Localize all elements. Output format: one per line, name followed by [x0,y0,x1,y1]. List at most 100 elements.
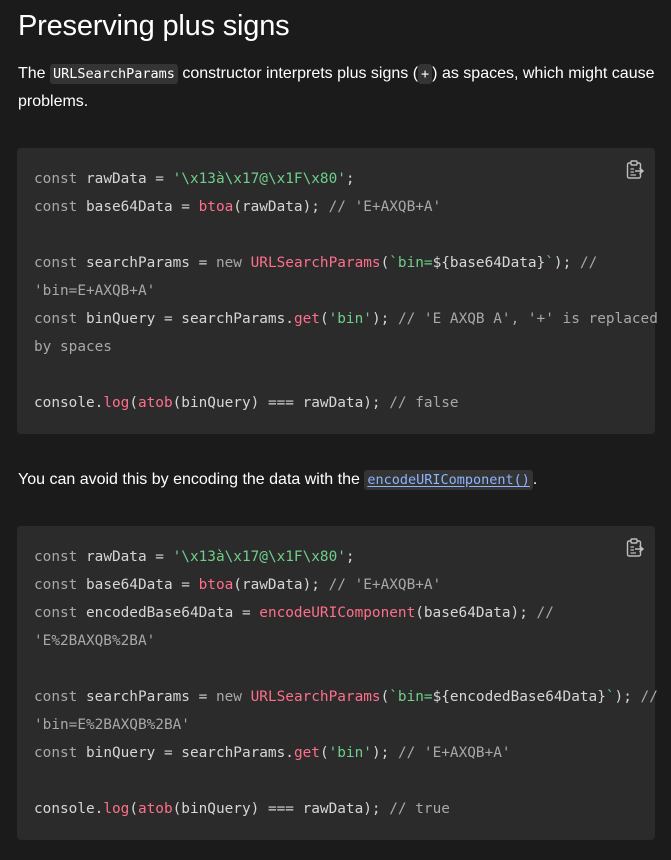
code-token: ${encodedBase64Data} [432,689,606,705]
code-token: 'bin' [328,311,372,327]
encode-text-1: You can avoid this by encoding the data … [18,471,365,488]
intro-paragraph: The URLSearchParams constructor interpre… [18,60,658,116]
encode-text-2: . [532,471,538,488]
code-token: // true [389,801,450,817]
code-token: // false [389,395,459,411]
code-token: btoa [198,199,234,215]
code-token: // [579,255,598,271]
code-token: log [103,801,130,817]
code-token: encodedBase64Data = [77,605,260,621]
code-token: 'E%2BAXQB%2BA' [34,633,156,649]
code-token: ); [614,689,641,705]
code-token: searchParams = [77,689,216,705]
code-token: rawData = [77,549,173,565]
code-token: // 'E+AXQB+A' [328,199,442,215]
code-token: const [34,577,78,593]
encode-paragraph: You can avoid this by encoding the data … [18,466,658,494]
code-line: const rawData = '\x13à\x17@\x1F\x80'; [34,543,658,571]
code-token: 'bin=E%2BAXQB%2BA' [34,717,190,733]
code-line: 'bin=E+AXQB+A' [34,277,658,305]
code-token: ( [380,255,390,271]
inline-code-plus: + [418,64,433,84]
code-line: const rawData = '\x13à\x17@\x1F\x80'; [34,165,658,193]
clipboard-copy-icon[interactable] [626,538,645,558]
code-token: const [34,199,78,215]
code-token: base64Data = [77,577,199,593]
code-token: ( [380,689,390,705]
code-token: new [215,255,242,271]
code-token: ( [129,395,138,411]
code-line: const encodedBase64Data = encodeURICompo… [34,599,658,627]
code-line: 'E%2BAXQB%2BA' [34,627,658,655]
code-token: ); [553,255,580,271]
code-token: binQuery = searchParams. [77,311,294,327]
code-token: (rawData); [233,577,329,593]
code-line: const binQuery = searchParams.get('bin')… [34,739,658,767]
code-token: URLSearchParams [250,689,381,705]
code-token: (binQuery) === rawData); [172,801,390,817]
code-token: const [34,549,78,565]
code-example-2: const rawData = '\x13à\x17@\x1F\x80'; con… [17,526,658,840]
code-token: // [640,689,658,705]
code-example-1: const rawData = '\x13à\x17@\x1F\x80'; con… [17,148,658,434]
code-token: atob [137,395,173,411]
code-line: 'bin=E%2BAXQB%2BA' [34,711,658,739]
code-line: by spaces [34,333,658,361]
code-token: ; [345,549,355,565]
code-token: searchParams = [77,255,216,271]
code-token: by spaces [34,339,112,355]
code-token: ( [319,311,329,327]
code-line: const searchParams = new URLSearchParams… [34,683,658,711]
code-token: base64Data = [77,199,199,215]
code-token: ` [545,255,554,271]
code-token: ( [319,745,329,761]
code-line: console.log(atob(binQuery) === rawData);… [34,389,658,417]
code-token: const [34,745,78,761]
clipboard-copy-icon[interactable] [626,160,645,180]
code-line: const base64Data = btoa(rawData); // 'E+… [34,193,658,221]
code-lines: const rawData = '\x13à\x17@\x1F\x80'; con… [34,543,658,823]
code-token: (base64Data); [415,605,537,621]
code-token: '\x13à\x17@\x1F\x80' [172,549,346,565]
inline-code-urlsearchparams: URLSearchParams [50,64,178,84]
code-line: const searchParams = new URLSearchParams… [34,249,658,277]
code-token: ( [129,801,138,817]
code-line: console.log(atob(binQuery) === rawData);… [34,795,658,823]
code-token: 'bin=E+AXQB+A' [34,283,156,299]
code-token: // [536,605,554,621]
code-token: ${base64Data} [432,255,546,271]
code-token: ; [345,171,355,187]
intro-text-1: The [18,65,51,82]
intro-text-2: constructor interprets plus signs ( [177,65,419,82]
encodeuricomponent-link-code: encodeURIComponent() [364,470,533,490]
code-token: log [103,395,130,411]
code-line: const base64Data = btoa(rawData); // 'E+… [34,571,658,599]
code-token: ); [371,311,398,327]
code-token: ); [371,745,398,761]
code-token: encodeURIComponent [259,605,416,621]
code-token: atob [137,801,173,817]
code-token: // 'E AXQB A', '+' is replaced [397,311,658,327]
code-token: console. [34,801,104,817]
code-token: URLSearchParams [250,255,381,271]
code-token: btoa [198,577,234,593]
code-token: // 'E+AXQB+A' [328,577,442,593]
article-section: Preserving plus signs The URLSearchParam… [0,0,671,860]
code-line: const binQuery = searchParams.get('bin')… [34,305,658,333]
code-token: const [34,255,78,271]
code-token: get [293,745,320,761]
code-token: (binQuery) === rawData); [172,395,390,411]
code-token: `bin= [389,255,433,271]
code-token: new [215,689,242,705]
encodeuricomponent-link[interactable]: encodeURIComponent() [364,470,533,490]
section-heading: Preserving plus signs [18,10,290,42]
code-token: const [34,689,78,705]
code-token: `bin= [389,689,433,705]
code-token: binQuery = searchParams. [77,745,294,761]
code-token: console. [34,395,104,411]
